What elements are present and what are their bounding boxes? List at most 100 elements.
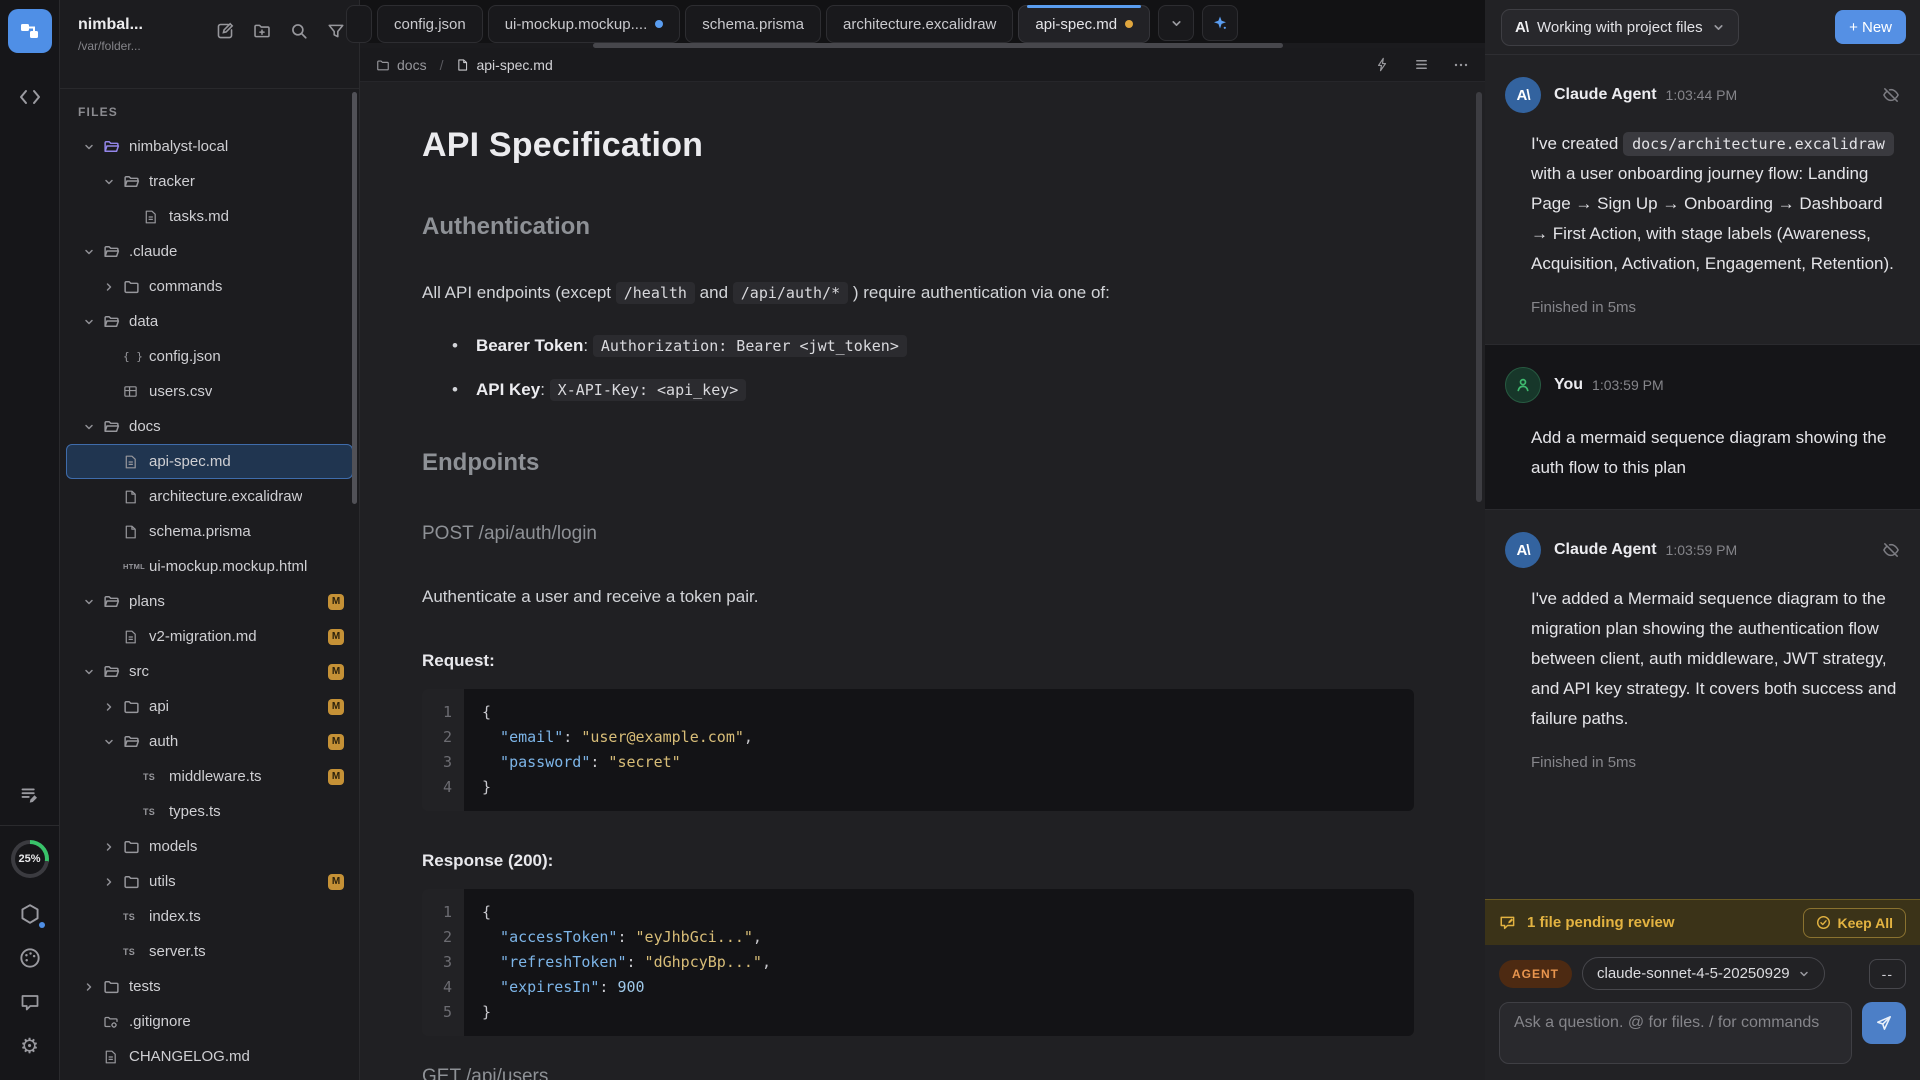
tab-ui-mockup[interactable]: ui-mockup.mockup.... <box>488 5 681 43</box>
tree-item-tasks-md[interactable]: tasks.md <box>66 199 353 234</box>
tree-item-auth[interactable]: auth M <box>66 724 353 759</box>
zap-icon[interactable] <box>1375 57 1390 72</box>
folder-open-icon <box>123 733 149 750</box>
chevron-down-icon <box>1798 968 1810 980</box>
tree-item-server-ts[interactable]: TS server.ts <box>66 934 353 969</box>
tree-item-changelog-md[interactable]: CHANGELOG.md <box>66 1039 353 1074</box>
code-panel-icon[interactable] <box>8 75 52 119</box>
tree-item-config-json[interactable]: { } config.json <box>66 339 353 374</box>
tree-item-tests[interactable]: tests <box>66 969 353 1004</box>
message-list[interactable]: A\ Claude Agent 1:03:44 PM I've created … <box>1485 55 1920 899</box>
tab-config-json[interactable]: config.json <box>377 5 483 43</box>
tab-scrollbar-thumb[interactable] <box>593 43 1283 48</box>
tree-item-docs[interactable]: docs <box>66 409 353 444</box>
markdown-preview[interactable]: API Specification Authentication All API… <box>360 82 1485 1080</box>
tree-item-models[interactable]: models <box>66 829 353 864</box>
typescript-file-icon: TS <box>143 807 169 817</box>
settings-gear-icon[interactable]: ⚙ <box>8 1024 52 1068</box>
tree-item-users-csv[interactable]: users.csv <box>66 374 353 409</box>
send-button[interactable] <box>1862 1002 1906 1044</box>
ai-sparkle-button[interactable] <box>1202 5 1238 41</box>
palette-icon[interactable] <box>8 936 52 980</box>
chevron-right-icon[interactable] <box>103 701 123 713</box>
tab-partial[interactable] <box>346 5 372 43</box>
tree-item-gitignore[interactable]: .gitignore <box>66 1004 353 1039</box>
tab-schema-prisma[interactable]: schema.prisma <box>685 5 821 43</box>
tree-item-utils[interactable]: utils M <box>66 864 353 899</box>
tree-item-ui-mockup-html[interactable]: HTML ui-mockup.mockup.html <box>66 549 353 584</box>
typescript-file-icon: TS <box>123 947 149 957</box>
modified-badge: M <box>328 594 344 610</box>
tree-item-schema-prisma[interactable]: schema.prisma <box>66 514 353 549</box>
tree-item-api-spec-md-selected[interactable]: api-spec.md <box>66 444 353 479</box>
feedback-message-icon[interactable] <box>8 980 52 1024</box>
eye-off-icon[interactable] <box>1882 541 1900 559</box>
chevron-right-icon[interactable] <box>103 841 123 853</box>
chevron-down-icon[interactable] <box>83 246 103 258</box>
chevron-right-icon[interactable] <box>103 876 123 888</box>
message-time: 1:03:59 PM <box>1592 377 1664 393</box>
chevron-down-icon[interactable] <box>83 421 103 433</box>
new-thread-button[interactable]: + New <box>1835 10 1906 44</box>
folder-open-icon <box>103 663 129 680</box>
tree-item-commands[interactable]: commands <box>66 269 353 304</box>
tree-item-middleware-ts[interactable]: TS middleware.ts M <box>66 759 353 794</box>
file-icon <box>456 58 469 72</box>
tab-api-spec-md-active[interactable]: api-spec.md <box>1018 5 1150 43</box>
tab-architecture-excalidraw[interactable]: architecture.excalidraw <box>826 5 1013 43</box>
model-selector[interactable]: claude-sonnet-4-5-20250929 <box>1582 957 1825 990</box>
thread-selector[interactable]: A\ Working with project files <box>1501 9 1739 46</box>
search-icon[interactable] <box>290 22 308 40</box>
tree-item-types-ts[interactable]: TS types.ts <box>66 794 353 829</box>
breadcrumb[interactable]: docs / api-spec.md <box>376 57 553 73</box>
tree-item-data[interactable]: data <box>66 304 353 339</box>
project-title: nimbal... <box>78 16 143 34</box>
more-ellipsis-icon[interactable] <box>1453 57 1469 73</box>
folder-open-icon <box>123 173 149 190</box>
tab-scrollbar-track[interactable] <box>360 43 1485 48</box>
options-button[interactable]: -- <box>1869 959 1906 989</box>
claude-avatar: A\ <box>1505 532 1541 568</box>
chevron-down-icon[interactable] <box>83 141 103 153</box>
tab-overflow-dropdown[interactable] <box>1158 5 1194 41</box>
file-edit-icon <box>1499 914 1517 932</box>
shield-icon[interactable] <box>8 892 52 936</box>
agent-mode-badge[interactable]: AGENT <box>1499 960 1572 988</box>
app-logo[interactable] <box>8 9 52 53</box>
agent-message: A\ Claude Agent 1:03:59 PM I've added a … <box>1485 510 1920 791</box>
tree-item-nimbalyst-local[interactable]: nimbalyst-local <box>66 129 353 164</box>
chat-input[interactable] <box>1499 1002 1852 1064</box>
tree-item-v2-migration-md[interactable]: v2-migration.md M <box>66 619 353 654</box>
filter-icon[interactable] <box>327 22 345 40</box>
tree-item-api[interactable]: api M <box>66 689 353 724</box>
tree-item-claude[interactable]: .claude <box>66 234 353 269</box>
chevron-down-icon[interactable] <box>83 596 103 608</box>
eye-off-icon[interactable] <box>1882 86 1900 104</box>
new-folder-icon[interactable] <box>253 22 271 40</box>
outline-list-icon[interactable] <box>1414 57 1429 72</box>
sparkle-icon <box>1212 15 1228 31</box>
tree-item-index-ts[interactable]: TS index.ts <box>66 899 353 934</box>
chevron-down-icon[interactable] <box>83 666 103 678</box>
list-item: Bearer Token: Authorization: Bearer <jwt… <box>422 335 1414 357</box>
inline-code: /health <box>616 282 695 304</box>
tree-item-src[interactable]: src M <box>66 654 353 689</box>
keep-all-button[interactable]: Keep All <box>1803 908 1907 938</box>
chevron-down-icon[interactable] <box>103 176 123 188</box>
notes-edit-icon[interactable] <box>8 773 52 817</box>
modified-badge: M <box>328 734 344 750</box>
chevron-down-icon[interactable] <box>83 316 103 328</box>
person-icon <box>1514 376 1532 394</box>
agent-panel: A\ Working with project files + New A\ C… <box>1485 0 1920 1080</box>
usage-progress-ring[interactable]: 25% <box>11 840 49 878</box>
editor-scrollbar[interactable] <box>1476 92 1482 502</box>
breadcrumb-bar: docs / api-spec.md <box>360 48 1485 82</box>
tree-item-architecture-excalidraw[interactable]: architecture.excalidraw <box>66 479 353 514</box>
tree-item-plans[interactable]: plans M <box>66 584 353 619</box>
chevron-down-icon[interactable] <box>103 736 123 748</box>
sidebar-scrollbar[interactable] <box>352 92 357 504</box>
chevron-right-icon[interactable] <box>103 281 123 293</box>
new-file-icon[interactable] <box>216 22 234 40</box>
tree-item-tracker[interactable]: tracker <box>66 164 353 199</box>
chevron-right-icon[interactable] <box>83 981 103 993</box>
